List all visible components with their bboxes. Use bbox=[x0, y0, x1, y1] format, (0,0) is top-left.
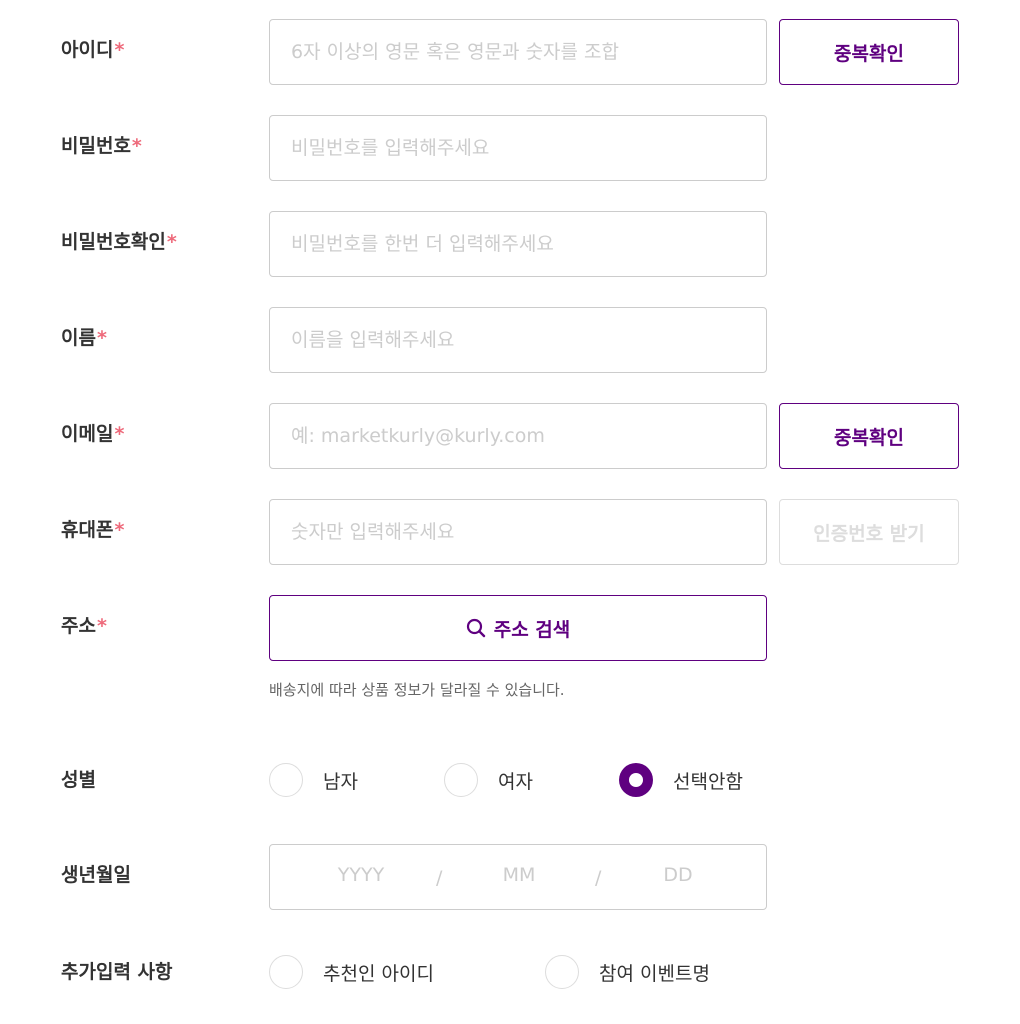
gender-option-label: 선택안함 bbox=[673, 770, 743, 793]
name-label: 이름* bbox=[61, 327, 107, 349]
extra-label: 추가입력 사항 bbox=[61, 961, 173, 983]
radio-checked-icon[interactable] bbox=[619, 763, 653, 797]
radio-unchecked-icon[interactable] bbox=[269, 955, 303, 989]
password-confirm-input[interactable] bbox=[269, 211, 767, 277]
required-mark: * bbox=[131, 135, 142, 157]
radio-unchecked-icon[interactable] bbox=[269, 763, 303, 797]
gender-row: 성별 남자 여자 선택안함 bbox=[0, 763, 1020, 803]
birthdate-label: 생년월일 bbox=[61, 864, 131, 886]
address-helper-text: 배송지에 따라 상품 정보가 달라질 수 있습니다. bbox=[269, 681, 565, 699]
gender-option-none[interactable]: 선택안함 bbox=[619, 763, 743, 797]
gender-option-female[interactable]: 여자 bbox=[444, 763, 533, 797]
gender-option-male[interactable]: 남자 bbox=[269, 763, 358, 797]
required-mark: * bbox=[114, 519, 125, 541]
extra-option-label: 참여 이벤트명 bbox=[599, 962, 710, 985]
radio-unchecked-icon[interactable] bbox=[545, 955, 579, 989]
birth-day-input[interactable]: DD bbox=[623, 864, 733, 886]
birth-year-input[interactable]: YYYY bbox=[306, 864, 416, 886]
userid-duplicate-check-button[interactable]: 중복확인 bbox=[779, 19, 959, 85]
extra-row: 추가입력 사항 추천인 아이디 참여 이벤트명 bbox=[0, 955, 1020, 995]
email-label: 이메일* bbox=[61, 423, 125, 445]
userid-row: 아이디* 중복확인 bbox=[0, 19, 1020, 85]
required-mark: * bbox=[96, 615, 107, 637]
date-separator: / bbox=[595, 867, 602, 889]
password-label: 비밀번호* bbox=[61, 135, 142, 157]
address-search-button[interactable]: 주소 검색 bbox=[269, 595, 767, 661]
email-row: 이메일* 중복확인 bbox=[0, 403, 1020, 469]
phone-input[interactable] bbox=[269, 499, 767, 565]
required-mark: * bbox=[166, 231, 177, 253]
extra-option-recommender[interactable]: 추천인 아이디 bbox=[269, 955, 434, 989]
required-mark: * bbox=[114, 423, 125, 445]
phone-verify-button[interactable]: 인증번호 받기 bbox=[779, 499, 959, 565]
required-mark: * bbox=[96, 327, 107, 349]
birthdate-field[interactable]: YYYY / MM / DD bbox=[269, 844, 767, 910]
birthdate-row: 생년월일 YYYY / MM / DD bbox=[0, 844, 1020, 910]
gender-option-label: 남자 bbox=[323, 770, 358, 793]
email-duplicate-check-button[interactable]: 중복확인 bbox=[779, 403, 959, 469]
phone-row: 휴대폰* 인증번호 받기 bbox=[0, 499, 1020, 565]
gender-option-label: 여자 bbox=[498, 770, 533, 793]
password-confirm-label: 비밀번호확인* bbox=[61, 231, 177, 253]
password-confirm-row: 비밀번호확인* bbox=[0, 211, 1020, 277]
search-icon bbox=[466, 618, 485, 638]
address-row: 주소* 주소 검색 배송지에 따라 상품 정보가 달라질 수 있습니다. bbox=[0, 595, 1020, 705]
required-mark: * bbox=[114, 39, 125, 61]
userid-label: 아이디* bbox=[61, 39, 125, 61]
password-row: 비밀번호* bbox=[0, 115, 1020, 181]
date-separator: / bbox=[436, 867, 443, 889]
address-search-label: 주소 검색 bbox=[493, 618, 571, 641]
userid-input[interactable] bbox=[269, 19, 767, 85]
birth-month-input[interactable]: MM bbox=[464, 864, 574, 886]
name-input[interactable] bbox=[269, 307, 767, 373]
extra-option-event[interactable]: 참여 이벤트명 bbox=[545, 955, 710, 989]
email-input[interactable] bbox=[269, 403, 767, 469]
extra-option-label: 추천인 아이디 bbox=[323, 962, 434, 985]
phone-label: 휴대폰* bbox=[61, 519, 125, 541]
gender-label: 성별 bbox=[61, 769, 96, 791]
radio-unchecked-icon[interactable] bbox=[444, 763, 478, 797]
name-row: 이름* bbox=[0, 307, 1020, 373]
password-input[interactable] bbox=[269, 115, 767, 181]
address-label: 주소* bbox=[61, 615, 107, 637]
